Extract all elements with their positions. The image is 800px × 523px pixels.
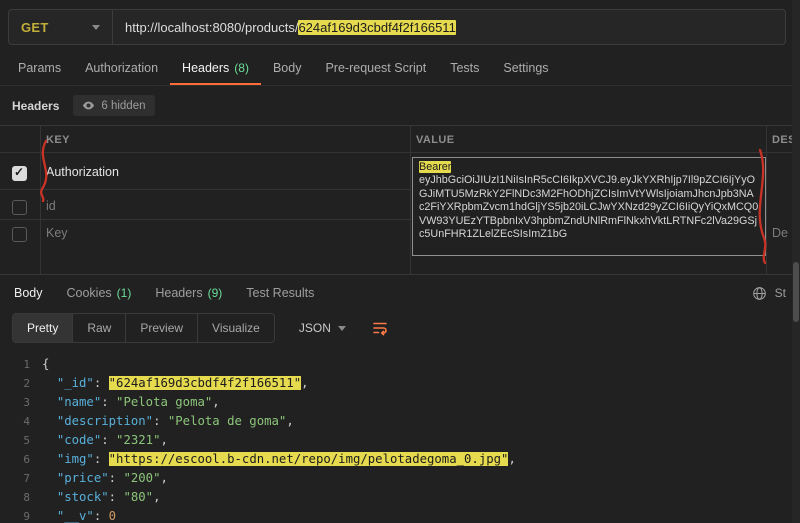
header-row-checkbox[interactable] [12,227,27,242]
jwt-token-text: eyJhbGciOiJIUzI1NiIsInR5cCI6IkpXVCJ9.eyJ… [419,174,759,241]
response-view-toolbar: Pretty Raw Preview Visualize JSON [0,311,800,353]
line-number: 9 [23,510,30,523]
column-divider [410,126,411,274]
headers-section-title: Headers [12,98,60,113]
view-pretty-button[interactable]: Pretty [13,314,74,342]
line-number: 7 [23,472,30,485]
header-description-placeholder[interactable]: De [772,226,788,240]
column-divider [40,126,41,274]
url-input[interactable]: http://localhost:8080/products/624af169d… [112,9,786,45]
view-raw-button[interactable]: Raw [73,314,127,342]
chevron-down-icon [337,325,346,331]
tab-headers[interactable]: Headers (8) [170,52,261,85]
line-number: 4 [23,415,30,428]
tab-tests[interactable]: Tests [438,52,491,85]
wrap-lines-icon [373,322,387,336]
bearer-prefix: Bearer [419,161,452,173]
code-line: "stock": "80", [56,490,161,504]
vertical-scrollbar[interactable] [792,0,800,523]
response-tab-headers[interactable]: Headers (9) [155,286,222,300]
headers-table: KEY VALUE DES Authorization id Key De Be… [0,125,800,275]
view-visualize-button[interactable]: Visualize [198,314,274,342]
method-label: GET [21,19,49,35]
request-tabs: Params Authorization Headers (8) Body Pre… [0,52,800,86]
status-label-truncated: St [774,286,786,300]
code-line: "name": "Pelota goma", [56,395,220,409]
code-line: "img": "https://escool.b-cdn.net/repo/im… [56,452,516,466]
scrollbar-thumb[interactable] [793,262,799,322]
eye-icon [83,101,95,110]
code-line: "price": "200", [56,471,168,485]
response-body-viewer[interactable]: 1 2 3 4 5 6 7 8 9 { "_id": "624af169d3cbdf4f2f16… [0,353,800,523]
row-divider [0,219,410,220]
url-text: http://localhost:8080/products/ [125,19,299,35]
code-line: "_id": "624af169d3cbdf4f2f166511", [56,376,309,390]
hidden-headers-toggle[interactable]: 6 hidden [73,95,155,116]
header-key-authorization[interactable]: Authorization [46,165,119,179]
header-key-placeholder[interactable]: Key [46,226,68,240]
column-header-value: VALUE [416,134,455,146]
authorization-value-cell[interactable]: Bearer eyJhbGciOiJIUzI1NiIsInR5cCI6IkpXV… [412,157,766,256]
line-number: 6 [23,453,30,466]
globe-icon [752,286,766,300]
format-dropdown[interactable]: JSON [289,314,356,342]
header-key-id[interactable]: id [46,199,56,213]
line-number: 8 [23,491,30,504]
view-mode-switch: Pretty Raw Preview Visualize [12,313,275,343]
wrap-lines-button[interactable] [372,320,388,336]
request-url-bar: GET http://localhost:8080/products/624af… [0,0,800,52]
response-tab-body[interactable]: Body [14,286,43,300]
tab-body[interactable]: Body [261,52,314,85]
row-divider [0,152,800,153]
url-highlighted-id: 624af169d3cbdf4f2f166511 [298,19,456,35]
column-header-key: KEY [46,134,70,146]
code-line: "__v": 0 [56,509,117,523]
code-line: "code": "2321", [56,433,168,447]
line-number: 2 [23,377,30,390]
headers-count: (8) [234,60,249,75]
line-number: 5 [23,434,30,447]
line-number: 3 [23,396,30,409]
tab-params[interactable]: Params [6,52,73,85]
code-line: { [42,357,50,371]
response-code-lines: { "_id": "624af169d3cbdf4f2f166511", "na… [42,355,800,523]
method-dropdown[interactable]: GET [8,9,112,45]
response-line-numbers: 1 2 3 4 5 6 7 8 9 [0,355,42,523]
tab-authorization[interactable]: Authorization [73,52,170,85]
view-preview-button[interactable]: Preview [126,314,199,342]
response-tab-test-results[interactable]: Test Results [246,286,314,300]
response-tabs: Body Cookies (1) Headers (9) Test Results … [0,275,800,311]
response-status-area: St [752,286,786,301]
header-row-checkbox[interactable] [12,200,27,215]
response-tab-cookies[interactable]: Cookies (1) [67,286,132,300]
tab-pre-request-script[interactable]: Pre-request Script [313,52,438,85]
header-row-checkbox[interactable] [12,165,27,181]
column-divider [766,126,767,274]
tab-settings[interactable]: Settings [491,52,560,85]
headers-subheader: Headers 6 hidden [0,86,800,125]
row-divider [0,189,410,190]
chevron-down-icon [92,24,100,30]
code-line: "description": "Pelota de goma", [56,414,294,428]
line-number: 1 [23,358,30,371]
